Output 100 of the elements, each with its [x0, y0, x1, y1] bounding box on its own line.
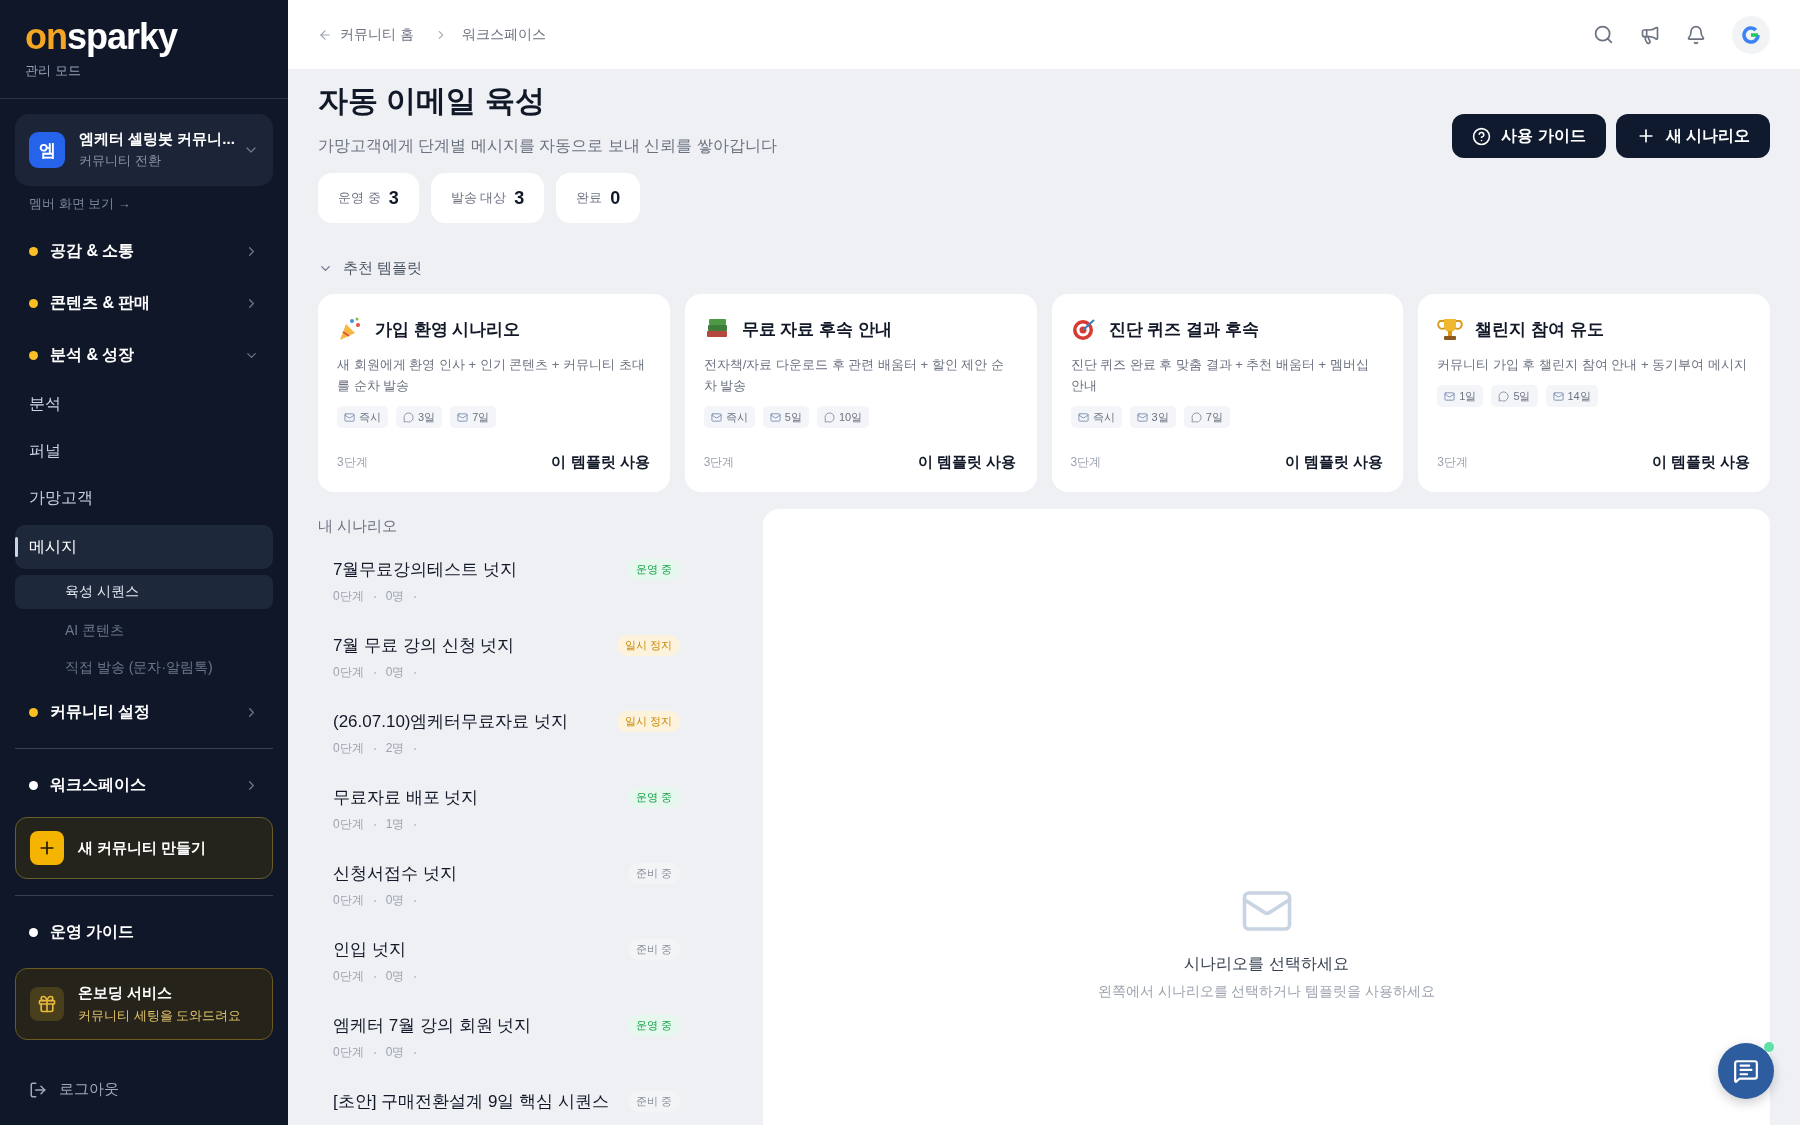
- status-badge: 일시 정지: [616, 635, 680, 656]
- nav-group-label: 운영 가이드: [50, 921, 136, 942]
- page-subtitle: 가망고객에게 단계별 메시지를 자동으로 보내 신뢰를 쌓아갑니다: [318, 136, 777, 156]
- nav-group[interactable]: 워크스페이스: [15, 759, 273, 811]
- scenario-people: 0명: [385, 892, 405, 909]
- stat-value: 3: [388, 187, 399, 209]
- nav-item[interactable]: 가망고객: [15, 475, 273, 522]
- nav-group-label: 워크스페이스: [50, 774, 147, 795]
- mail-icon: [1552, 390, 1564, 402]
- scenario-item[interactable]: 무료자료 배포 넛지 운영 중 0단계 1명: [318, 786, 680, 862]
- status-badge: 준비 중: [627, 939, 680, 960]
- community-switcher[interactable]: 엠 엠케터 셀링봇 커뮤니... 커뮤니티 전환: [15, 114, 273, 186]
- use-template-link[interactable]: 이 템플릿 사용: [918, 453, 1017, 472]
- scenario-people: 0명: [385, 664, 405, 681]
- speech-bubble-icon: [403, 411, 414, 423]
- party-popper-icon: [337, 316, 363, 342]
- step-count: 3단계: [337, 454, 368, 471]
- template-description: 진단 퀴즈 완료 후 맞춤 결과 + 추천 배움터 + 멤버십 안내: [1070, 356, 1370, 395]
- scenario-name: [초안] 구매전환설계 9일 핵심 시퀀스: [333, 1091, 609, 1113]
- template-description: 전자책/자료 다운로드 후 관련 배움터 + 할인 제안 순차 발송: [703, 356, 1005, 395]
- guide-button[interactable]: 사용 가이드: [1452, 114, 1606, 158]
- step-count: 3단계: [1070, 454, 1102, 471]
- logout-button[interactable]: 로그아웃: [15, 1080, 273, 1099]
- onboarding-card[interactable]: 온보딩 서비스 커뮤니티 세팅을 도와드려요: [15, 968, 273, 1040]
- scenario-people: 0명: [385, 1044, 405, 1061]
- community-switch-label: 커뮤니티 전환: [79, 152, 162, 170]
- nav-group-label: 공감 & 소통: [50, 240, 136, 261]
- section-title: 내 시나리오: [318, 517, 399, 536]
- new-scenario-button[interactable]: 새 시나리오: [1615, 114, 1770, 158]
- scenario-item[interactable]: (26.07.10)엠케터무료자료 넛지 일시 정지 0단계 2명: [318, 710, 680, 786]
- use-template-link[interactable]: 이 템플릿 사용: [1651, 453, 1750, 472]
- scenario-item[interactable]: [초안] 구매전환설계 9일 핵심 시퀀스 준비 중: [318, 1090, 680, 1125]
- nav-item[interactable]: 퍼널: [15, 428, 273, 475]
- schedule-tag: 7일: [450, 406, 497, 428]
- template-description: 커뮤니티 가입 후 챌린지 참여 안내 + 동기부여 메시지: [1437, 356, 1748, 374]
- scenario-steps: 0단계: [333, 740, 364, 757]
- status-badge: 일시 정지: [616, 711, 680, 732]
- scenario-people: 1명: [385, 816, 405, 833]
- speech-bubble-icon: [1190, 411, 1202, 423]
- mail-icon: [457, 411, 469, 423]
- nav-item[interactable]: 메시지: [15, 525, 273, 569]
- schedule-tag: 3일: [1129, 406, 1176, 428]
- search-icon[interactable]: [1593, 24, 1614, 45]
- scenario-steps: 0단계: [333, 1044, 364, 1061]
- nav-group-label: 콘텐츠 & 판매: [50, 292, 152, 313]
- scenario-item[interactable]: 7월무료강의테스트 넛지 운영 중 0단계 0명: [318, 558, 680, 634]
- mail-icon: [1136, 411, 1148, 423]
- scenario-name: 인입 넛지: [333, 939, 406, 961]
- schedule-tag: 5일: [762, 406, 809, 428]
- nav-subitem[interactable]: 육성 시퀀스: [15, 575, 273, 609]
- nav-subitem[interactable]: 직접 발송 (문자·알림톡): [15, 649, 273, 686]
- schedule-tag: 3일: [396, 406, 443, 428]
- onboarding-subtitle: 커뮤니티 세팅을 도와드려요: [78, 1006, 242, 1025]
- speech-bubble-icon: [1498, 390, 1510, 402]
- breadcrumb-link[interactable]: 워크스페이스: [461, 25, 546, 44]
- bell-icon[interactable]: [1686, 24, 1706, 45]
- nav-group[interactable]: 콘텐츠 & 판매: [15, 277, 273, 329]
- nav-group[interactable]: 커뮤니티 설정: [15, 686, 273, 738]
- nav-group[interactable]: 공감 & 소통: [15, 225, 273, 277]
- nav-subitem[interactable]: AI 콘텐츠: [15, 612, 273, 649]
- stat-label: 완료: [576, 189, 603, 207]
- mail-icon: [769, 411, 781, 423]
- nav-group[interactable]: 운영 가이드: [15, 906, 273, 958]
- member-view-link[interactable]: 멤버 화면 보기 →: [29, 195, 131, 213]
- template-title: 가입 환영 시나리오: [375, 318, 521, 341]
- use-template-link[interactable]: 이 템플릿 사용: [551, 453, 650, 472]
- community-avatar: 엠: [29, 132, 65, 168]
- nav-group[interactable]: 분석 & 성장: [15, 329, 273, 381]
- scenario-item[interactable]: 인입 넛지 준비 중 0단계 0명: [318, 938, 680, 1014]
- user-avatar[interactable]: [1732, 15, 1770, 54]
- scenario-item[interactable]: 엠케터 7월 강의 회원 넛지 운영 중 0단계 0명: [318, 1014, 680, 1090]
- template-title: 무료 자료 후속 안내: [741, 318, 892, 341]
- scenario-people: 0명: [385, 968, 405, 985]
- schedule-tag: 14일: [1545, 385, 1598, 407]
- logo[interactable]: onsparky: [25, 16, 178, 58]
- scenario-name: 무료자료 배포 넛지: [333, 787, 479, 809]
- gift-icon: [37, 994, 57, 1014]
- chat-icon: [1733, 1058, 1759, 1084]
- nav-group-label: 분석 & 성장: [50, 344, 136, 365]
- status-badge: 준비 중: [627, 1091, 680, 1112]
- step-count: 3단계: [703, 454, 735, 471]
- scenario-name: 7월무료강의테스트 넛지: [333, 559, 518, 581]
- nav-item[interactable]: 분석: [15, 381, 273, 428]
- scenario-item[interactable]: 신청서접수 넛지 준비 중 0단계 0명: [318, 862, 680, 938]
- schedule-tag: 7일: [1183, 406, 1230, 428]
- breadcrumb-link[interactable]: 커뮤니티 홈: [318, 25, 414, 44]
- empty-state-title: 시나리오를 선택하세요: [1184, 954, 1349, 974]
- trophy-icon: [1437, 316, 1464, 342]
- mail-icon: [1077, 411, 1089, 423]
- new-community-button[interactable]: 새 커뮤니티 만들기: [15, 817, 273, 879]
- megaphone-icon[interactable]: [1640, 24, 1660, 45]
- onboarding-title: 온보딩 서비스: [78, 983, 173, 1001]
- use-template-link[interactable]: 이 템플릿 사용: [1284, 453, 1384, 472]
- page-title: 자동 이메일 육성: [318, 83, 546, 119]
- template-section-toggle[interactable]: 추천 템플릿: [318, 259, 1770, 278]
- scenario-name: (26.07.10)엠케터무료자료 넛지: [333, 711, 569, 733]
- scenario-steps: 0단계: [333, 816, 364, 833]
- scenario-item[interactable]: 7월 무료 강의 신청 넛지 일시 정지 0단계 0명: [318, 634, 680, 710]
- schedule-tag: 즉시: [1070, 406, 1122, 428]
- scenario-name: 7월 무료 강의 신청 넛지: [333, 635, 515, 657]
